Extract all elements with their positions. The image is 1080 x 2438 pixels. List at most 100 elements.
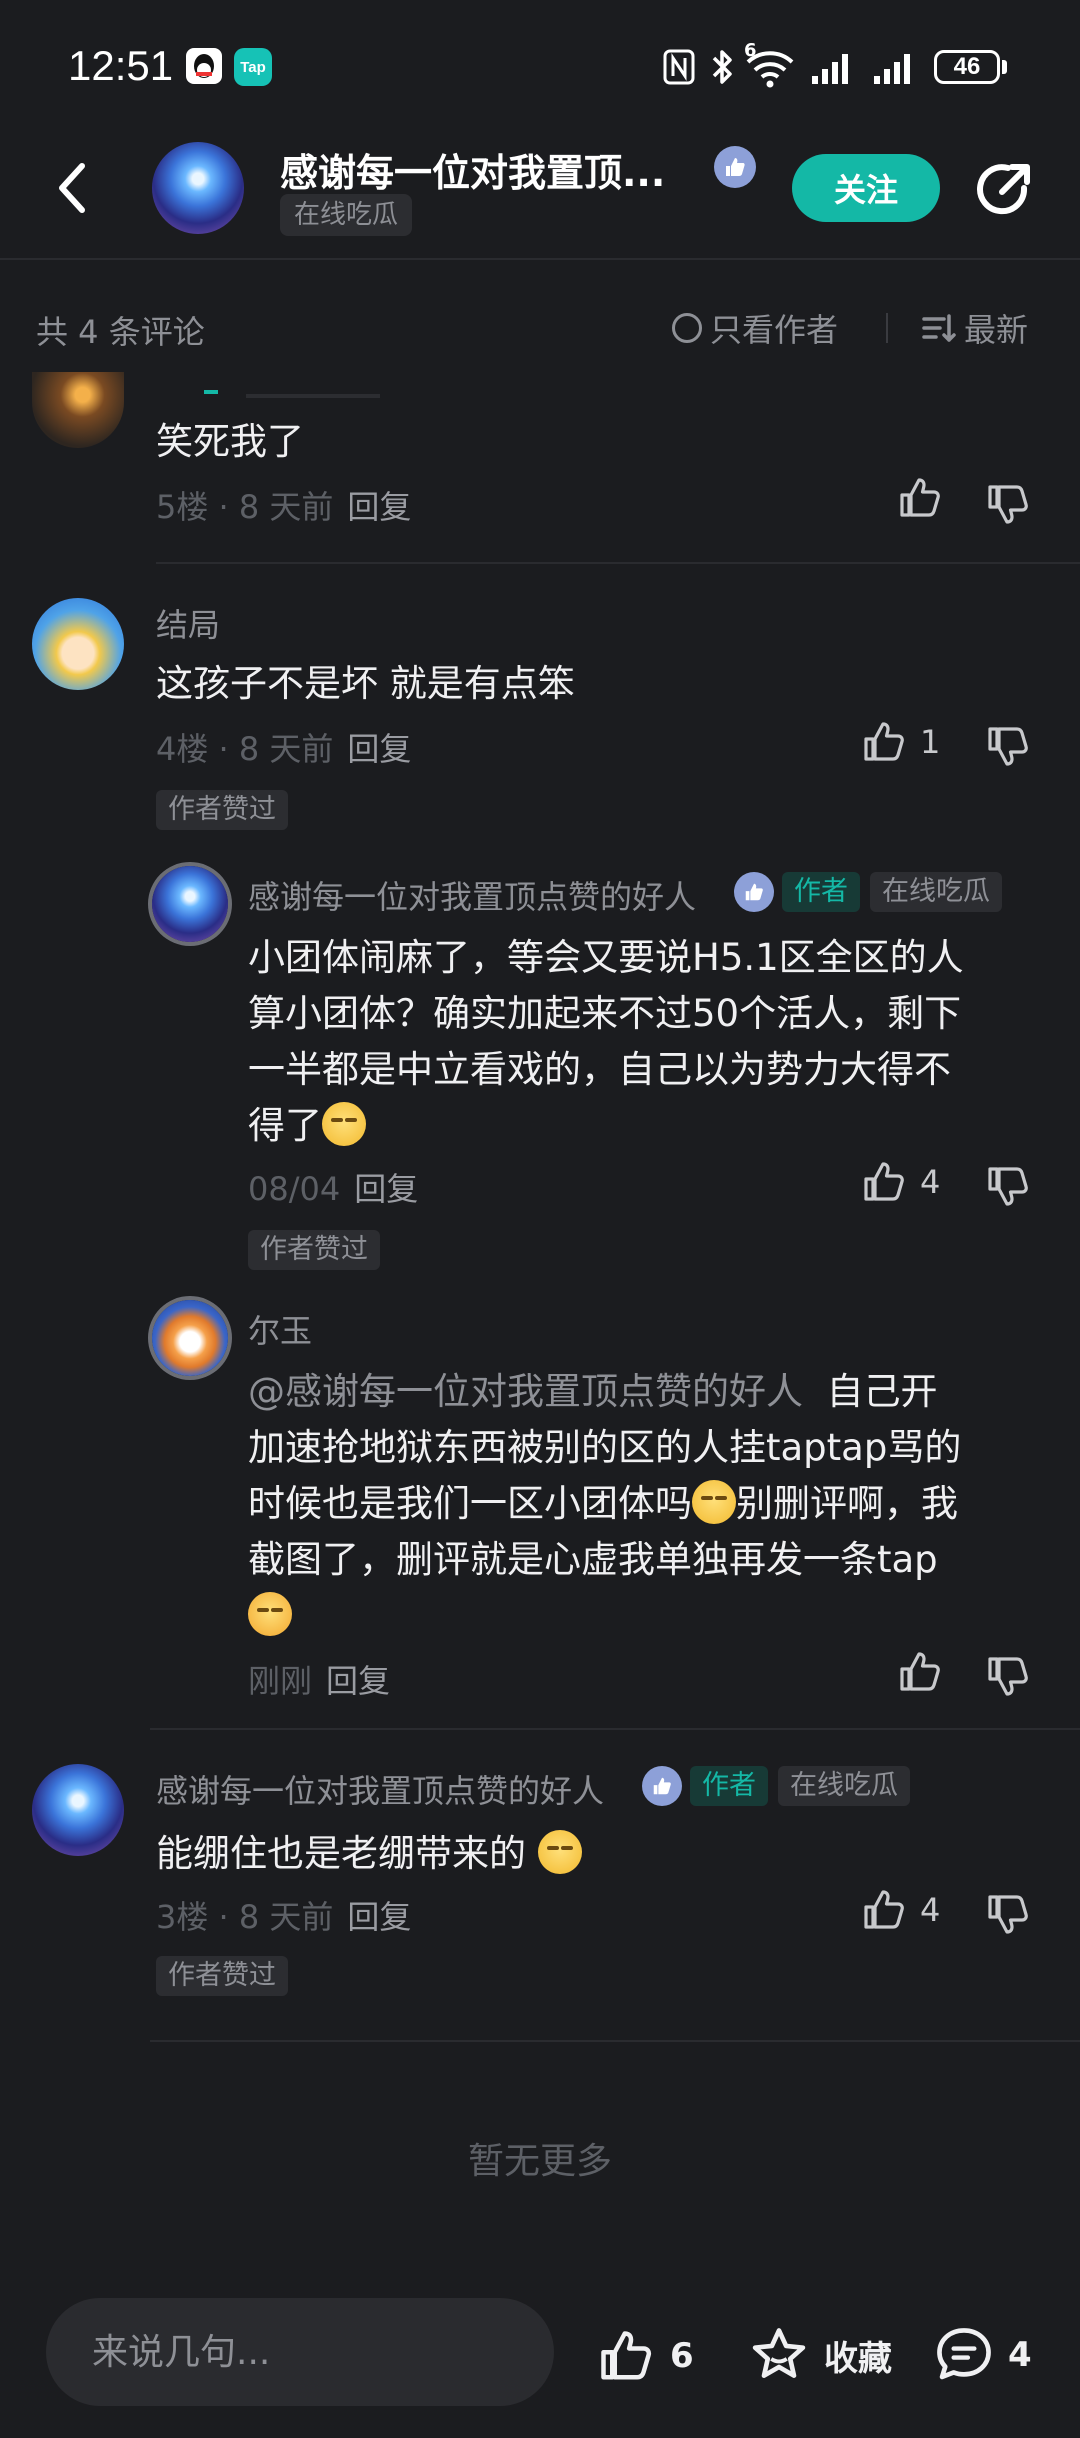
like-button[interactable]: 4 [860, 1158, 940, 1206]
bluetooth-icon [708, 46, 736, 88]
comment-input[interactable] [46, 2298, 554, 2406]
comment-text-content: 能绷住也是老绷带来的 [156, 1832, 526, 1875]
comment-text: 这孩子不是坏 就是有点笨 [156, 662, 575, 705]
reply-meta: 08/04 回复 [248, 1164, 418, 1210]
reply-button[interactable]: 回复 [347, 1898, 411, 1936]
dislike-button[interactable] [984, 1162, 1032, 1210]
thumb-down-icon [988, 1167, 1028, 1206]
verified-like-icon [734, 872, 774, 912]
reply-button[interactable]: 回复 [354, 1170, 418, 1208]
like-count: 1 [920, 723, 941, 761]
reply-line: 时候也是我们一区小团体吗 [248, 1482, 692, 1525]
like-count: 4 [920, 1163, 941, 1201]
floor-time: 5楼 · 8 天前 [156, 488, 334, 526]
favorite-button[interactable]: 收藏 [748, 2324, 892, 2386]
reply-line: 算小团体？确实加起来不过50个活人，剩下 [248, 992, 962, 1035]
dislike-button[interactable] [984, 722, 1032, 770]
header-divider [0, 258, 1080, 260]
author-liked-badge: 作者赞过 [248, 1230, 380, 1270]
username[interactable]: 结局 [156, 600, 220, 646]
reply-line: 得了 [248, 1104, 322, 1147]
author-only-label: 只看作者 [710, 311, 839, 349]
username[interactable]: 感谢每一位对我置顶点赞的好人 [156, 1766, 604, 1812]
reply-avatar[interactable] [152, 866, 228, 942]
thumb-down-icon [988, 1895, 1028, 1934]
thumb-up-icon [864, 1890, 904, 1929]
star-icon [752, 2328, 806, 2378]
page-title: 感谢每一位对我置顶... [280, 151, 666, 195]
signal-icon-2 [872, 50, 918, 86]
thumb-down-icon [988, 1657, 1028, 1696]
like-button[interactable] [896, 1648, 944, 1696]
reply-button[interactable]: 回复 [326, 1662, 390, 1700]
dislike-button[interactable] [984, 480, 1032, 528]
back-button[interactable] [54, 160, 90, 216]
filter-divider [886, 313, 888, 343]
reply-text: 小团体闹麻了，等会又要说H5.1区全区的人 算小团体？确实加起来不过50个活人，… [248, 930, 1048, 1154]
comments-button[interactable]: 4 [932, 2324, 1032, 2386]
no-more-label: 暂无更多 [467, 2141, 612, 2182]
like-button[interactable]: 1 [860, 718, 940, 766]
nfc-icon [662, 48, 696, 86]
comment-meta: 4楼 · 8 天前 回复 [156, 724, 411, 770]
post-like-count: 6 [670, 2336, 694, 2376]
thumb-up-icon [864, 722, 904, 761]
comment-divider [156, 562, 1080, 564]
reply-time: 08/04 [248, 1170, 341, 1208]
comment-text: 笑死我了 [156, 420, 304, 463]
reply-meta: 刚刚 回复 [248, 1656, 390, 1702]
mention-link[interactable]: @感谢每一位对我置顶点赞的好人 [248, 1370, 803, 1413]
battery-indicator: 46 [934, 50, 1000, 84]
like-button[interactable] [896, 474, 944, 522]
sort-icon [922, 314, 956, 342]
thumb-down-icon [988, 727, 1028, 766]
commenter-avatar[interactable] [32, 598, 124, 690]
verified-like-icon [642, 1766, 682, 1806]
dislike-button[interactable] [984, 1890, 1032, 1938]
user-tag: 在线吃瓜 [778, 1766, 910, 1806]
commenter-avatar[interactable] [32, 1764, 124, 1856]
username[interactable]: 尔玉 [248, 1306, 312, 1352]
smirk-emoji-icon [537, 1830, 582, 1874]
comment-text: 能绷住也是老绷带来的 [156, 1826, 582, 1882]
reply-button[interactable]: 回复 [347, 730, 411, 768]
sort-button[interactable]: 最新 [920, 305, 1028, 351]
share-icon[interactable] [972, 158, 1036, 222]
username[interactable]: 感谢每一位对我置顶点赞的好人 [248, 872, 696, 918]
signal-icon-1 [810, 50, 856, 86]
verified-like-icon [714, 146, 756, 188]
reply-avatar[interactable] [152, 1300, 228, 1376]
sort-label: 最新 [964, 311, 1029, 349]
dislike-button[interactable] [984, 1652, 1032, 1700]
comment-meta: 3楼 · 8 天前 回复 [156, 1892, 411, 1938]
favorite-label: 收藏 [824, 2338, 892, 2379]
thumb-up-icon [601, 2331, 652, 2380]
thumb-down-icon [988, 485, 1028, 524]
comment-count-badge: 4 [1008, 2335, 1032, 2375]
reply-line: 别删评啊，我 [736, 1482, 958, 1525]
comment-bubble-icon [937, 2328, 991, 2380]
reply-line: 截图了，删评就是心虚我单独再发一条tap [248, 1538, 938, 1581]
thumb-up-icon [864, 1162, 904, 1201]
author-liked-badge: 作者赞过 [156, 790, 288, 830]
follow-button[interactable]: 关注 [792, 154, 940, 222]
comment-meta: 5楼 · 8 天前 回复 [156, 482, 411, 528]
smirk-emoji-icon [322, 1102, 366, 1146]
network-label: 6 [744, 40, 757, 61]
partial-tag-2 [246, 394, 380, 398]
post-like-button[interactable]: 6 [596, 2326, 694, 2386]
commenter-avatar[interactable] [32, 372, 124, 448]
reply-time: 刚刚 [248, 1662, 313, 1700]
author-only-toggle[interactable]: 只看作者 [672, 305, 838, 351]
comment-count: 共 4 条评论 [36, 313, 205, 351]
reply-line: 自己开 [826, 1370, 938, 1413]
author-liked-badge: 作者赞过 [156, 1956, 288, 1996]
status-time: 12:51 [68, 42, 174, 89]
reply-button[interactable]: 回复 [347, 488, 411, 526]
thumb-up-icon [900, 478, 940, 517]
like-button[interactable]: 4 [860, 1886, 940, 1934]
user-tag: 在线吃瓜 [870, 872, 1002, 912]
author-avatar[interactable] [152, 142, 244, 234]
reply-line: 一半都是中立看戏的，自己以为势力大得不 [248, 1048, 951, 1091]
reply-line: 小团体闹麻了，等会又要说H5.1区全区的人 [248, 936, 964, 979]
